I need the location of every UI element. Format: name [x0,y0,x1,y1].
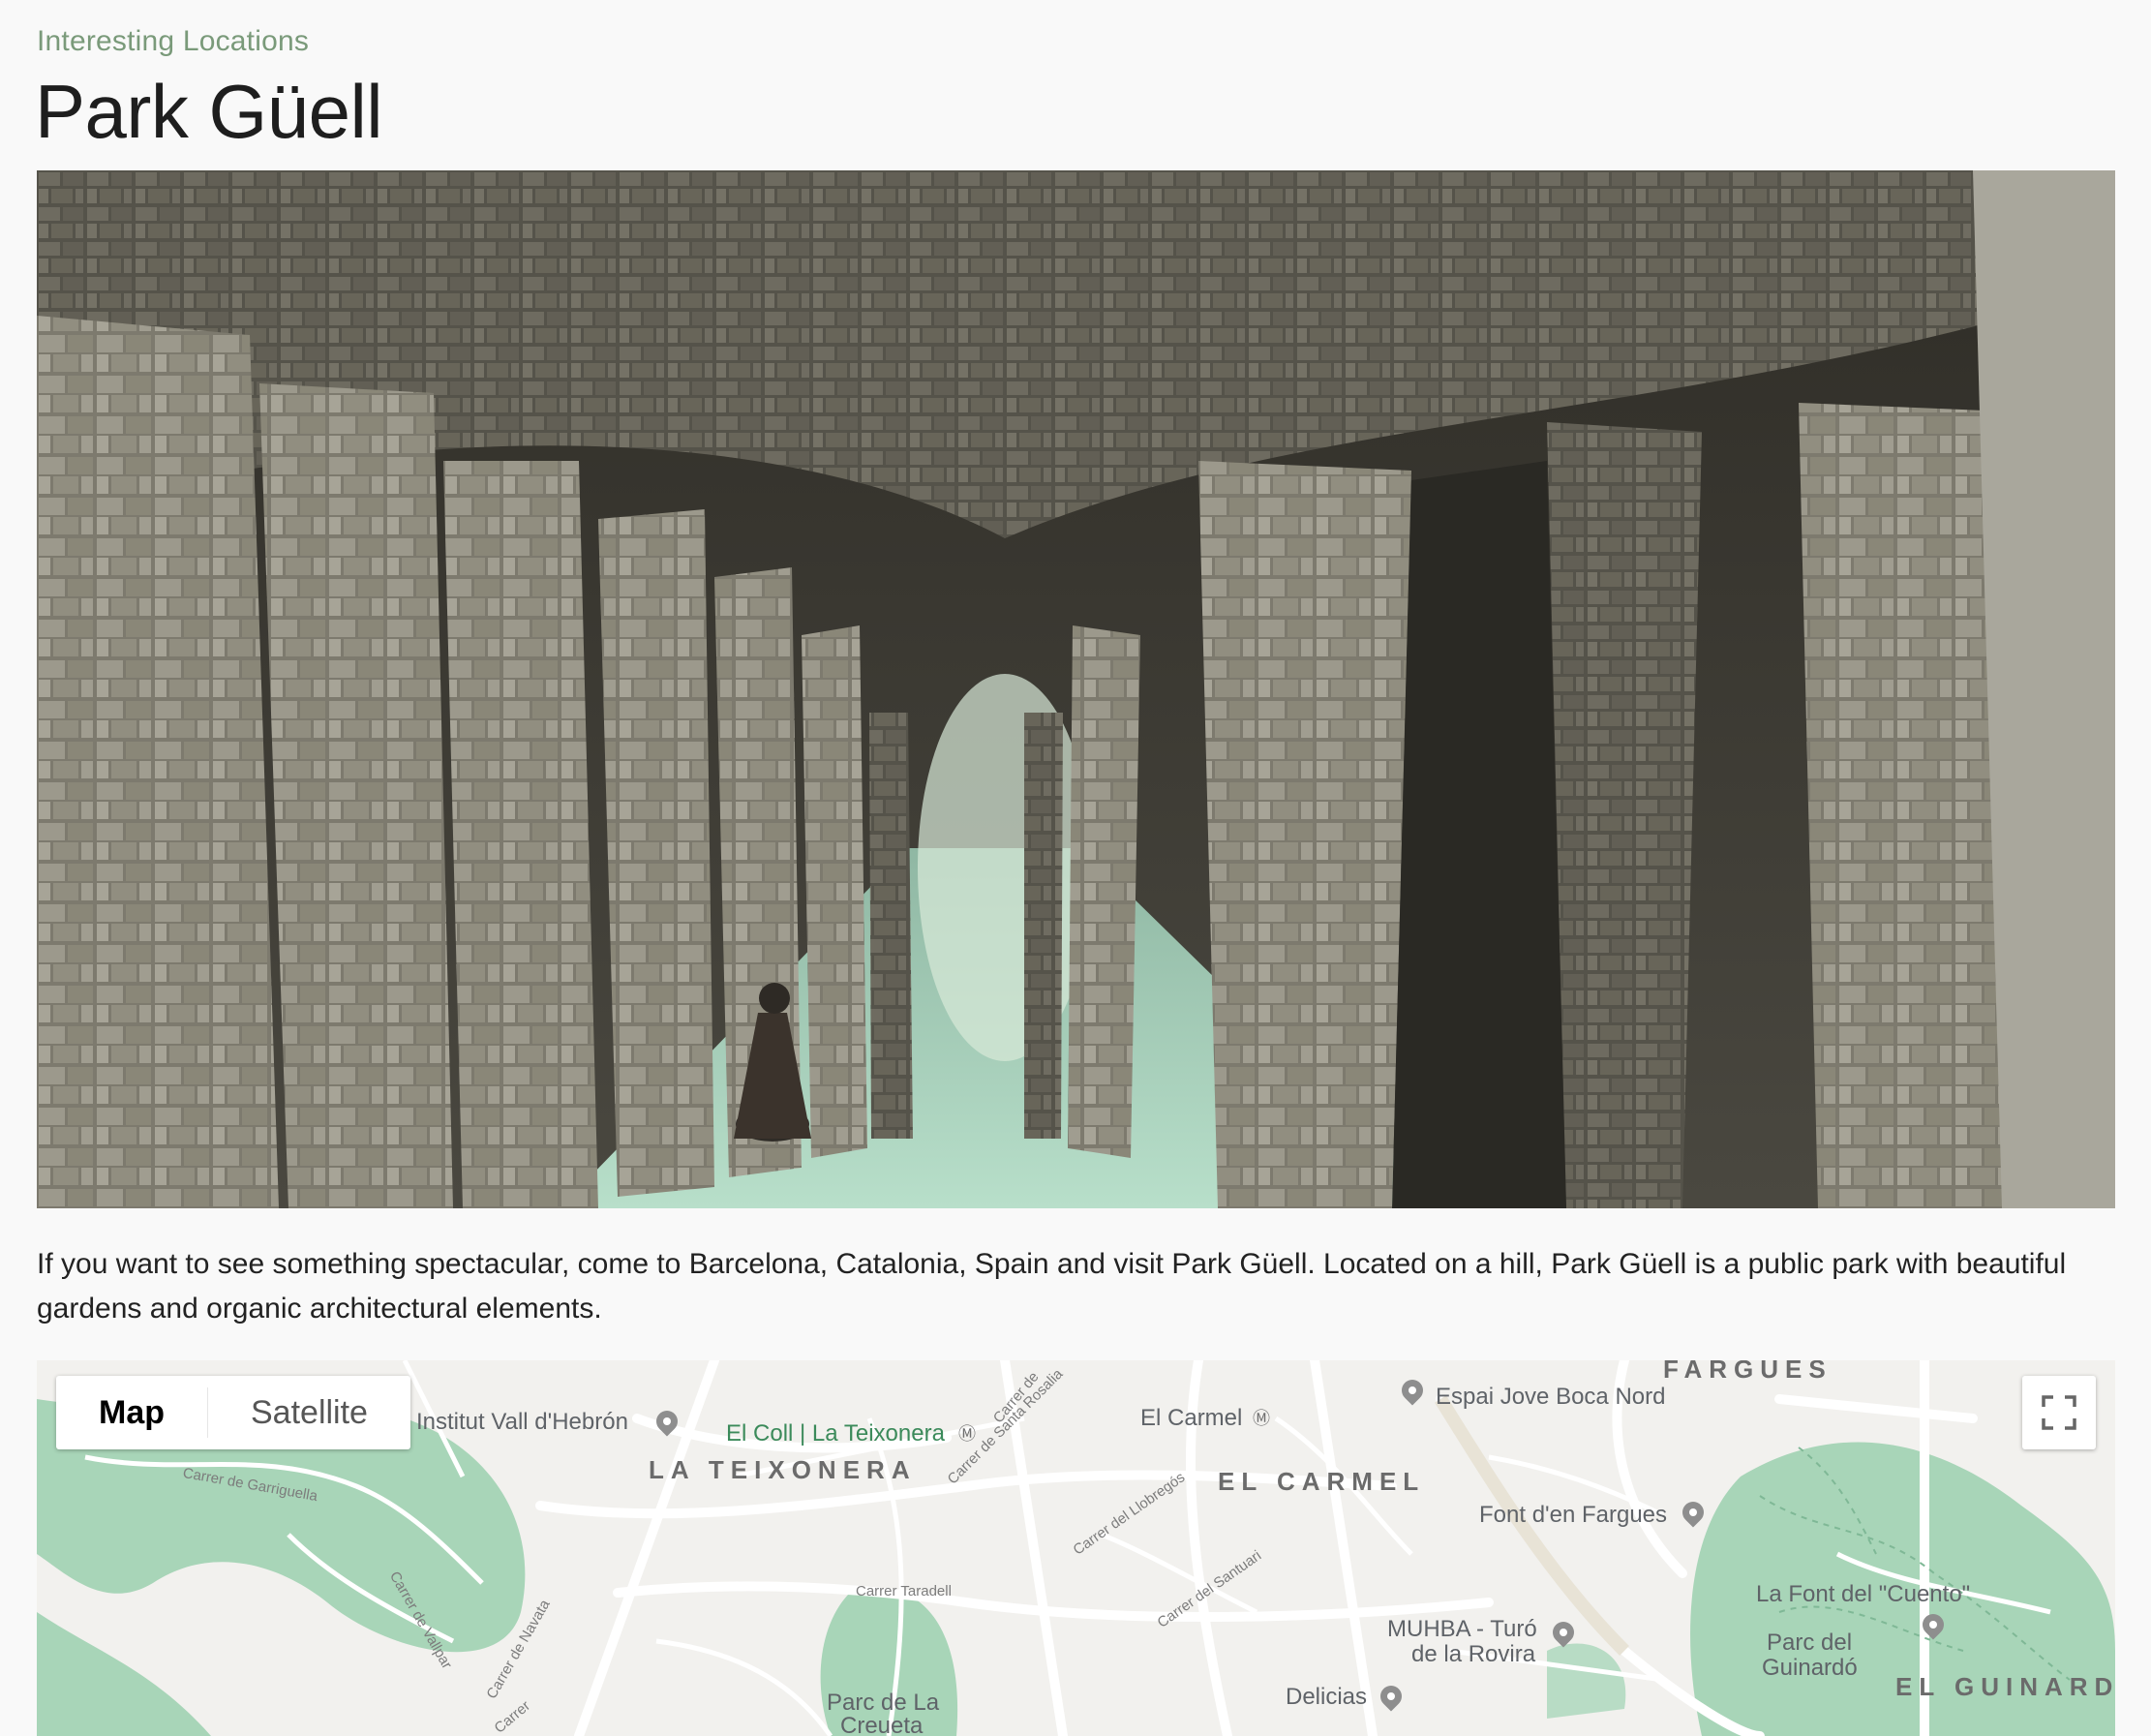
map-label-el-coll[interactable]: El Coll | La Teixonera [726,1420,945,1447]
colonnade-illustration [37,170,2115,1208]
map-label-delicias[interactable]: Delicias [1286,1684,1367,1711]
map-label-font-cuento[interactable]: La Font del "Cuento" [1756,1581,1970,1608]
metro-icon: Ⓜ [1253,1409,1270,1428]
map-type-control: Map Satellite [56,1376,410,1449]
district-label-guinardo: EL GUINARD [1895,1672,2115,1701]
map-label-parc-creueta-2[interactable]: Creueta [840,1713,923,1736]
map-label-font-fargues[interactable]: Font d'en Fargues [1479,1502,1667,1529]
district-label-teixonera: LA TEIXONERA [649,1455,917,1484]
hero-image [37,170,2115,1208]
location-description: If you want to see something spectacular… [37,1248,2067,1325]
map-embed[interactable]: Institut Vall d'Hebrón El Coll | La Teix… [37,1360,2115,1736]
map-label-muhba-1[interactable]: MUHBA - Turó [1387,1616,1537,1643]
district-label-fargues: FARGUES [1663,1360,1833,1384]
satellite-view-button[interactable]: Satellite [208,1376,410,1449]
map-label-institut[interactable]: Institut Vall d'Hebrón [416,1409,628,1436]
map-label-muhba-2[interactable]: de la Rovira [1411,1641,1535,1668]
district-label-carmel: EL CARMEL [1218,1467,1426,1496]
map-label-parc-guinardo-2[interactable]: Guinardó [1762,1655,1858,1682]
map-label-parc-guinardo-1[interactable]: Parc del [1767,1629,1852,1657]
map-label-espai-jove[interactable]: Espai Jove Boca Nord [1436,1384,1665,1411]
street-label-taradell: Carrer Taradell [856,1583,952,1599]
page-title: Park Güell [35,69,383,154]
fullscreen-icon [2042,1395,2076,1430]
map-label-el-carmel-station[interactable]: El Carmel [1140,1405,1242,1432]
fullscreen-button[interactable] [2022,1376,2096,1449]
section-kicker: Interesting Locations [37,25,310,57]
metro-icon: Ⓜ [958,1424,976,1444]
map-view-button[interactable]: Map [56,1376,207,1449]
